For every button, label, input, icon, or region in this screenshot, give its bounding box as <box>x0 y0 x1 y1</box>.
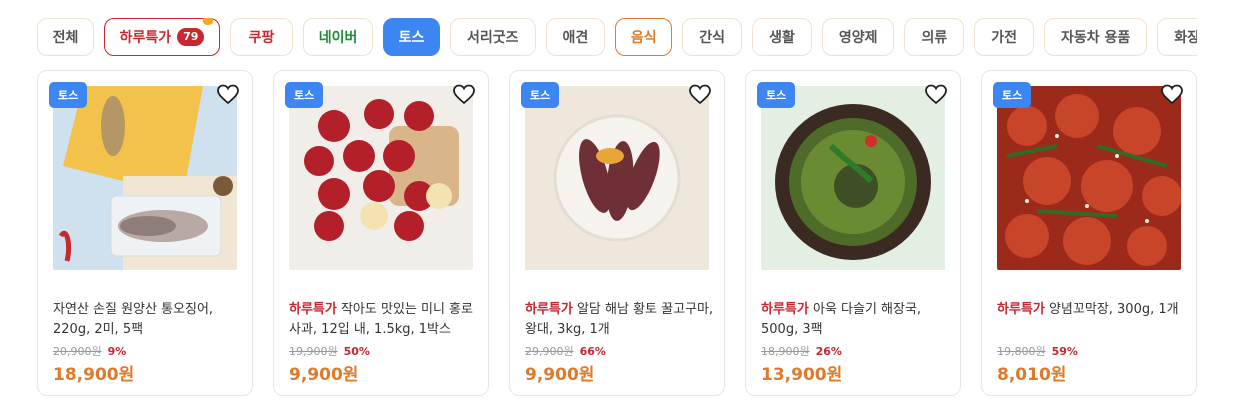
price-meta: 19,800원 59% <box>997 343 1078 359</box>
product-card[interactable]: 토스 자연산 손질 원양산 통오징어, 220g, 2미, 5팩 20,900원… <box>37 70 253 396</box>
product-image-soup <box>761 86 945 270</box>
chip-all[interactable]: 전체 <box>37 18 94 56</box>
sale-price: 9,900원 <box>525 365 595 385</box>
chip-label: 전체 <box>52 30 79 46</box>
product-title: 하루특가 알담 해남 황토 꿀고구마, 왕대, 3kg, 1개 <box>525 302 714 337</box>
price-meta: 29,900원 66% <box>525 343 606 359</box>
chip-toss-selected[interactable]: 토스 <box>383 18 440 56</box>
price-meta: 19,900원 50% <box>289 343 370 359</box>
product-card[interactable]: 토스 하루특가 아욱 다슬기 해장국, 500g, 3팩 18,900원 26%… <box>745 70 961 396</box>
chip-snack[interactable]: 간식 <box>682 18 743 56</box>
chip-label: 토스 <box>398 30 425 46</box>
product-title: 자연산 손질 원양산 통오징어, 220g, 2미, 5팩 <box>53 302 214 337</box>
price-meta: 20,900원 9% <box>53 343 126 359</box>
chip-label: 하루특가 <box>119 30 172 46</box>
chip-label: 생활 <box>769 30 795 46</box>
chip-pet[interactable]: 애견 <box>545 18 606 56</box>
heart-icon[interactable] <box>688 83 712 107</box>
original-price: 18,900원 <box>761 345 810 358</box>
chip-cosmetics[interactable]: 화장품 <box>1157 18 1197 56</box>
product-title: 하루특가 아욱 다슬기 해장국, 500g, 3팩 <box>761 302 922 337</box>
heart-icon[interactable] <box>1160 83 1184 107</box>
chip-car-goods[interactable]: 자동차 용품 <box>1044 18 1148 56</box>
product-card[interactable]: 토스 하루특가 양념꼬막장, 300g, 1개 19,800원 59% 8,01… <box>981 70 1197 396</box>
product-card[interactable]: 토스 하루특가 작아도 맛있는 미니 홍로사과, 12입 내, 1.5kg, 1… <box>273 70 489 396</box>
chip-naver[interactable]: 네이버 <box>303 18 373 56</box>
chip-label: 네이버 <box>318 30 358 46</box>
discount-rate: 59% <box>1051 344 1078 358</box>
product-image-apples <box>289 86 473 270</box>
chip-appliances[interactable]: 가전 <box>974 18 1034 56</box>
product-card[interactable]: 토스 하루특가 알담 해남 황토 꿀고구마, 왕대, 3kg, 1개 29,90… <box>509 70 725 396</box>
chip-label: 음식 <box>630 30 657 46</box>
price-meta: 18,900원 26% <box>761 343 842 359</box>
chip-living[interactable]: 생활 <box>752 18 812 56</box>
toss-tag: 토스 <box>757 82 796 108</box>
chip-food[interactable]: 음식 <box>615 18 673 56</box>
chip-label: 쿠팡 <box>248 30 275 46</box>
chip-label: 자동차 용품 <box>1061 30 1131 46</box>
heart-icon[interactable] <box>216 83 240 107</box>
product-title: 하루특가 양념꼬막장, 300g, 1개 <box>997 302 1179 317</box>
product-title: 하루특가 작아도 맛있는 미니 홍로사과, 12입 내, 1.5kg, 1박스 <box>289 302 473 337</box>
chip-label: 서리굿즈 <box>467 30 519 46</box>
discount-rate: 50% <box>343 344 370 358</box>
original-price: 19,800원 <box>997 345 1046 358</box>
product-image-sweet-potatoes <box>525 86 709 270</box>
chip-label: 화장품 <box>1174 30 1197 46</box>
toss-tag: 토스 <box>49 82 88 108</box>
chip-label: 의류 <box>921 30 948 46</box>
sale-price: 8,010원 <box>997 365 1067 385</box>
original-price: 20,900원 <box>53 345 102 358</box>
discount-rate: 26% <box>815 344 842 358</box>
chip-goods[interactable]: 서리굿즈 <box>450 18 536 56</box>
product-image-squid <box>53 86 237 270</box>
sale-price: 9,900원 <box>289 365 359 385</box>
heart-icon[interactable] <box>924 83 948 107</box>
chip-coupang[interactable]: 쿠팡 <box>230 18 293 56</box>
chip-label: 가전 <box>991 30 1017 46</box>
sale-price: 13,900원 <box>761 365 843 385</box>
chip-supplements[interactable]: 영양제 <box>821 18 895 56</box>
toss-tag: 토스 <box>993 82 1032 108</box>
product-grid: 토스 자연산 손질 원양산 통오징어, 220g, 2미, 5팩 20,900원… <box>37 70 1197 396</box>
chip-label: 영양제 <box>838 30 878 46</box>
toss-tag: 토스 <box>521 82 560 108</box>
deal-count-badge: 79 <box>177 28 205 46</box>
chip-label: 애견 <box>562 30 589 46</box>
original-price: 29,900원 <box>525 345 574 358</box>
chip-daily-deal[interactable]: 하루특가 79 <box>104 18 220 56</box>
chip-label: 간식 <box>699 30 726 46</box>
heart-icon[interactable] <box>452 83 476 107</box>
chip-clothing[interactable]: 의류 <box>904 18 965 56</box>
flame-icon <box>202 18 214 25</box>
sale-price: 18,900원 <box>53 365 135 385</box>
product-image-cockles <box>997 86 1181 270</box>
category-chip-bar: 전체 하루특가 79 쿠팡 네이버 토스 서리굿즈 애견 음식 간식 생활 영양… <box>37 18 1197 58</box>
original-price: 19,900원 <box>289 345 338 358</box>
toss-tag: 토스 <box>285 82 324 108</box>
discount-rate: 66% <box>579 344 606 358</box>
discount-rate: 9% <box>107 344 127 358</box>
